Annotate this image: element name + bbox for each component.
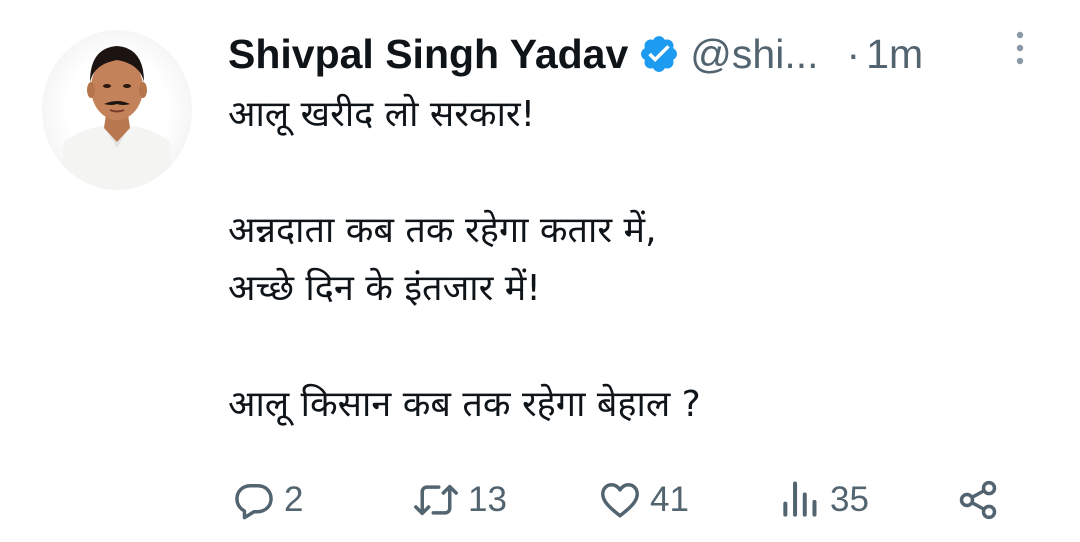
share-button[interactable] (956, 472, 1000, 528)
like-button[interactable]: 41 (598, 472, 689, 528)
share-icon (959, 480, 997, 520)
heart-icon (601, 483, 639, 518)
views-count: 35 (830, 480, 869, 519)
more-vertical-icon (1016, 31, 1024, 65)
tweet-text: आलू खरीद लो सरकार! अन्नदाता कब तक रहेगा … (228, 94, 701, 425)
reply-count: 2 (284, 480, 304, 519)
reply-icon (235, 483, 273, 520)
avatar[interactable] (42, 30, 192, 190)
tweet-actions: 2 13 41 35 (232, 472, 1032, 528)
retweet-icon (414, 484, 458, 516)
user-handle[interactable]: @shi... (690, 31, 818, 78)
tweet-card[interactable]: Shivpal Singh Yadav @shi... · 1m आलू खरी… (0, 0, 1080, 542)
timestamp[interactable]: 1m (866, 31, 923, 78)
tweet-header: Shivpal Singh Yadav @shi... · 1m (228, 26, 1038, 82)
separator-dot: · (846, 30, 861, 77)
like-count: 41 (650, 480, 689, 519)
display-name[interactable]: Shivpal Singh Yadav (228, 31, 628, 78)
avatar-portrait-icon (42, 30, 192, 190)
reply-button[interactable]: 2 (232, 472, 303, 528)
retweet-button[interactable]: 13 (412, 472, 507, 528)
retweet-count: 13 (468, 480, 507, 519)
more-options-button[interactable] (1008, 30, 1032, 70)
views-bar-icon (783, 481, 817, 517)
verified-badge-icon (638, 33, 680, 75)
views-button[interactable]: 35 (778, 472, 869, 528)
